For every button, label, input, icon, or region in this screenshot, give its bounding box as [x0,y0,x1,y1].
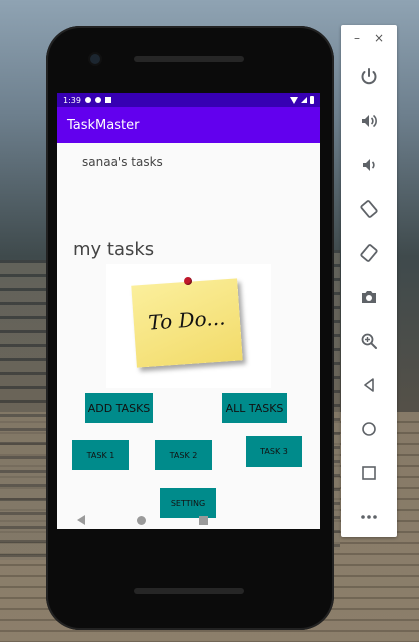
home-button[interactable] [341,407,397,451]
add-tasks-button[interactable]: ADD TASKS [85,393,153,423]
back-button[interactable] [341,363,397,407]
emulator-toolbar: – × [341,25,397,537]
volume-up-button[interactable] [341,99,397,143]
rotate-right-button[interactable] [341,231,397,275]
sd-card-status-icon [104,97,111,103]
nav-home-icon[interactable] [137,515,147,525]
task-2-button[interactable]: TASK 2 [155,440,212,470]
status-time: 1:39 [63,95,81,105]
more-icon [361,515,377,519]
todo-image: To Do... [106,264,271,388]
task-1-button[interactable]: TASK 1 [72,440,129,470]
rotate-left-button[interactable] [341,187,397,231]
volume-up-icon [362,114,377,128]
all-tasks-button[interactable]: ALL TASKS [222,393,287,423]
emulator-phone-frame: 1:39 TaskMaster sanaa's tasks my tasks T… [46,26,334,630]
signal-icon [301,97,307,103]
close-button[interactable]: × [374,31,384,45]
nav-back-icon[interactable] [77,515,86,525]
shield-status-icon [94,97,101,103]
home-icon [362,422,376,436]
overview-icon [362,466,376,480]
nav-recents-icon[interactable] [198,515,208,525]
zoom-icon [361,333,377,349]
app-bar: TaskMaster [57,107,320,143]
main-content: sanaa's tasks my tasks To Do... ADD TASK… [57,143,320,529]
battery-icon [310,96,314,104]
zoom-button[interactable] [341,319,397,363]
status-bar: 1:39 [57,93,320,107]
settings-status-icon [84,97,91,103]
app-title: TaskMaster [67,117,140,133]
power-button[interactable] [341,55,397,99]
rotate-left-icon [360,200,378,218]
camera-icon [362,291,376,303]
more-button[interactable] [341,495,397,539]
power-icon [361,68,377,85]
sticky-note-text: To Do... [147,305,227,335]
section-title: my tasks [73,239,155,260]
back-icon [364,378,374,392]
bottom-speaker [134,588,244,594]
volume-down-button[interactable] [341,143,397,187]
overview-button[interactable] [341,451,397,495]
rotate-right-icon [360,244,378,262]
task-3-button[interactable]: TASK 3 [246,436,302,467]
user-tasks-label: sanaa's tasks [82,155,163,169]
front-camera [90,54,100,64]
screenshot-button[interactable] [341,275,397,319]
minimize-button[interactable]: – [354,31,360,45]
volume-down-icon [363,159,375,171]
sticky-note: To Do... [131,278,243,368]
device-screen: 1:39 TaskMaster sanaa's tasks my tasks T… [57,93,320,529]
wifi-icon [290,96,298,104]
top-speaker [134,56,244,62]
system-nav-bar [11,503,274,537]
